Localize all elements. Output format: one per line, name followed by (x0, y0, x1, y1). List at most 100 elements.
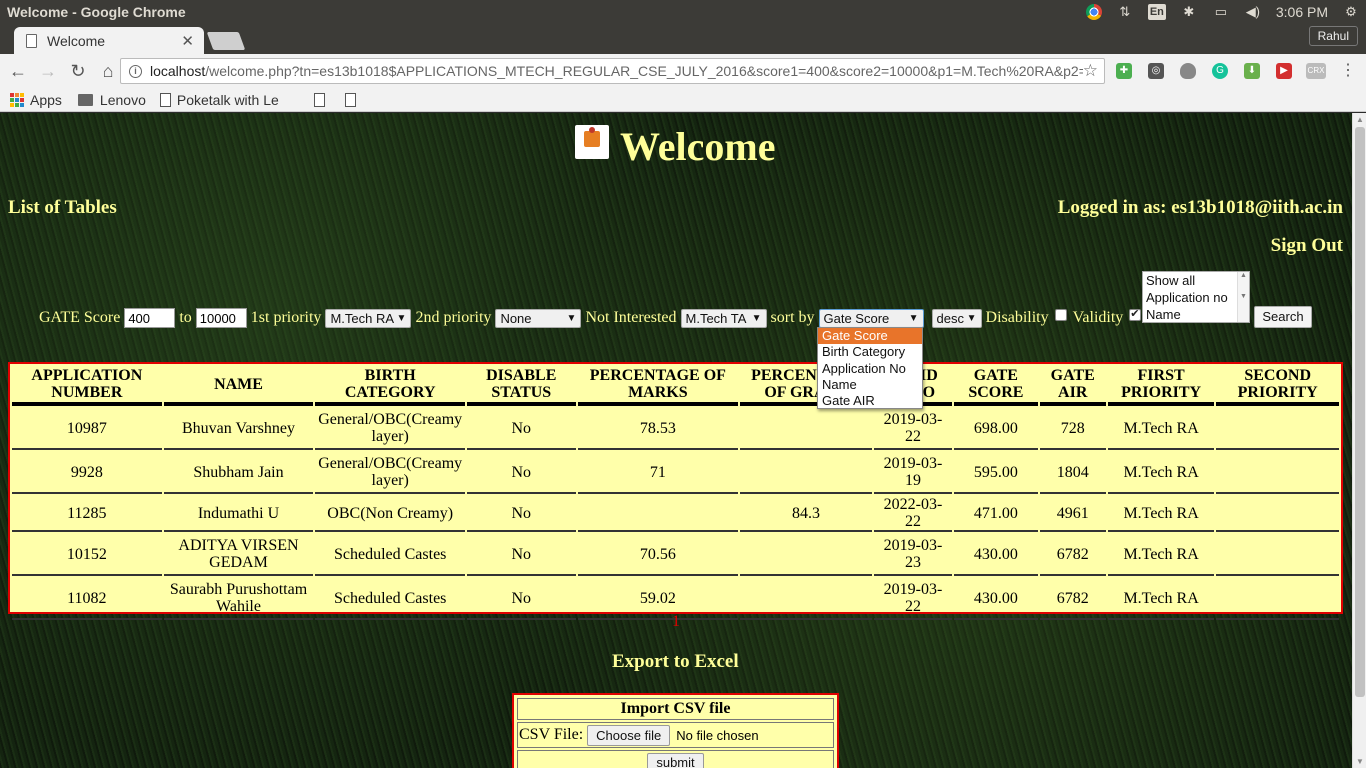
table-cell: 471.00 (954, 496, 1038, 532)
listbox-option[interactable]: Show all (1143, 272, 1249, 289)
tab-welcome[interactable]: Welcome ✕ (14, 27, 204, 54)
table-row: 10152 ADITYA VIRSEN GEDAM Scheduled Castes… (12, 534, 1339, 576)
column-header: FIRST PRIORITY (1107, 366, 1215, 406)
address-bar[interactable]: i localhost/welcome.php?tn=es13b1018$APP… (120, 58, 1105, 84)
bookmark-apps[interactable]: Apps (10, 92, 62, 108)
apps-grid-icon (10, 92, 24, 107)
bookmark-lenovo[interactable]: Lenovo (77, 91, 146, 108)
site-info-icon[interactable]: i (129, 64, 142, 78)
os-top-bar: Welcome - Google Chrome ⇅ En ✱ ▭ ◀) 3:06… (0, 0, 1366, 24)
applications-table: APPLICATION NUMBER NAME BIRTH CATEGORY DISA… (8, 362, 1343, 620)
search-field-listbox[interactable]: Show all Application no Name ▲ ▼ (1142, 271, 1250, 323)
not-interested-select[interactable]: M.Tech TA ▼ (680, 308, 767, 328)
forward-icon[interactable]: → (36, 59, 60, 83)
grammarly-icon[interactable]: G (1212, 63, 1228, 79)
table-cell (1216, 452, 1339, 494)
page-number-link[interactable]: 1 (672, 613, 680, 631)
table-cell (740, 408, 872, 450)
table-cell: 71 (577, 452, 739, 494)
bluetooth-icon[interactable]: ✱ (1180, 4, 1198, 20)
sort-by-dropdown[interactable]: Gate Score Birth Category Application No… (817, 327, 923, 409)
close-tab-icon[interactable]: ✕ (181, 32, 194, 50)
scroll-down-icon[interactable]: ▼ (1356, 757, 1364, 766)
table-cell: 2019-03-22 (873, 578, 953, 620)
column-header: DISABLE STATUS (467, 366, 576, 406)
table-cell: 2022-03-22 (873, 496, 953, 532)
bookmark-label: Poketalk with Le (176, 91, 279, 108)
sort-option[interactable]: Name (818, 377, 922, 393)
extension-wheel-icon[interactable]: ◎ (1148, 63, 1164, 79)
sort-option[interactable]: Application No (818, 361, 922, 377)
validity-checkbox[interactable] (1129, 307, 1142, 321)
scrollbar-thumb[interactable] (1355, 127, 1365, 697)
column-header: SECOND PRIORITY (1216, 366, 1339, 406)
crx-icon[interactable]: CRX (1306, 63, 1326, 79)
table-cell: Scheduled Castes (315, 578, 466, 620)
table-cell (740, 452, 872, 494)
menu-icon[interactable]: ⋮ (1340, 63, 1356, 79)
page-icon (159, 92, 171, 107)
bookmark-page-2[interactable] (344, 92, 362, 107)
home-icon[interactable]: ⌂ (96, 59, 120, 83)
submit-button[interactable]: submit (647, 753, 704, 768)
table-cell: No (467, 578, 576, 620)
profile-button[interactable]: Rahul (1308, 26, 1358, 46)
choose-file-button[interactable]: Choose file (587, 724, 671, 746)
list-of-tables-link[interactable]: List of Tables (8, 197, 117, 219)
chrome-icon[interactable] (1085, 4, 1102, 20)
column-header: GATE SCORE (954, 366, 1038, 406)
table-cell: ADITYA VIRSEN GEDAM (163, 534, 314, 576)
sort-option[interactable]: Birth Category (818, 344, 922, 360)
not-interested-label: Not Interested (585, 309, 677, 326)
volume-icon[interactable]: ◀) (1244, 4, 1262, 20)
clock[interactable]: 3:06 PM (1276, 4, 1328, 20)
disability-checkbox[interactable] (1054, 309, 1067, 321)
bookmark-star-icon[interactable]: ☆ (1082, 61, 1098, 81)
listbox-option[interactable]: Name (1143, 306, 1249, 322)
column-header: GATE AIR (1039, 366, 1106, 406)
settings-gear-icon[interactable]: ⚙ (1342, 4, 1360, 20)
network-arrows-icon[interactable]: ⇅ (1116, 4, 1134, 20)
listbox-option[interactable]: Application no (1143, 289, 1249, 306)
column-header: PERCENTAGE OF MARKS (577, 366, 739, 406)
scroll-up-icon[interactable]: ▲ (1356, 115, 1364, 124)
back-icon[interactable]: ← (6, 59, 30, 83)
score-to-input[interactable] (195, 308, 247, 328)
table-body: 10987 Bhuvan Varshney General/OBC(Creamy l… (12, 408, 1339, 620)
table-cell: OBC(Non Creamy) (315, 496, 466, 532)
url-path: /welcome.php?tn=es13b1018$APPLICATIONS_M… (205, 63, 1097, 79)
select-value: Gate Score (823, 310, 890, 326)
sort-by-label: sort by (770, 309, 815, 326)
keyboard-language[interactable]: En (1147, 4, 1166, 20)
search-button[interactable]: Search (1254, 306, 1312, 328)
validity-label: Validity (1072, 309, 1124, 326)
extension-shield-icon[interactable] (1180, 63, 1196, 79)
first-priority-label: 1st priority (250, 309, 322, 326)
first-priority-select[interactable]: M.Tech RA ▼ (325, 308, 412, 328)
chevron-down-icon: ▼ (751, 312, 762, 324)
extension-play-icon[interactable]: ▶ (1276, 63, 1292, 79)
sort-option[interactable]: Gate Score (818, 328, 922, 345)
bookmark-poketalk[interactable]: Poketalk with Le (159, 91, 312, 108)
listbox-scrollbar[interactable]: ▲ ▼ (1237, 272, 1249, 322)
second-priority-select[interactable]: None ▼ (495, 308, 582, 328)
page-scrollbar[interactable]: ▲ ▼ (1352, 113, 1366, 768)
sort-option[interactable]: Gate AIR (818, 393, 922, 409)
sort-by-select[interactable]: Gate Score ▼ (818, 308, 924, 328)
download-icon[interactable]: ⬇ (1244, 63, 1260, 79)
export-to-excel-link[interactable]: Export to Excel (612, 651, 739, 673)
reload-icon[interactable]: ↻ (66, 59, 90, 83)
system-tray: ⇅ En ✱ ▭ ◀) 3:06 PM ⚙ (1085, 0, 1360, 24)
sign-out-link[interactable]: Sign Out (1271, 235, 1343, 257)
table-cell: 698.00 (954, 408, 1038, 450)
order-select[interactable]: desc ▼ (931, 308, 982, 328)
extension-puzzle-icon[interactable]: ✚ (1116, 63, 1132, 79)
table-cell: 6782 (1039, 534, 1106, 576)
bookmark-label: Lenovo (99, 91, 146, 108)
score-from-input[interactable] (124, 308, 176, 328)
table-cell (1216, 496, 1339, 532)
table-row: 10987 Bhuvan Varshney General/OBC(Creamy l… (12, 408, 1339, 450)
bookmark-page-1[interactable] (313, 92, 331, 107)
battery-icon[interactable]: ▭ (1212, 4, 1230, 20)
new-tab-button[interactable] (206, 32, 246, 50)
